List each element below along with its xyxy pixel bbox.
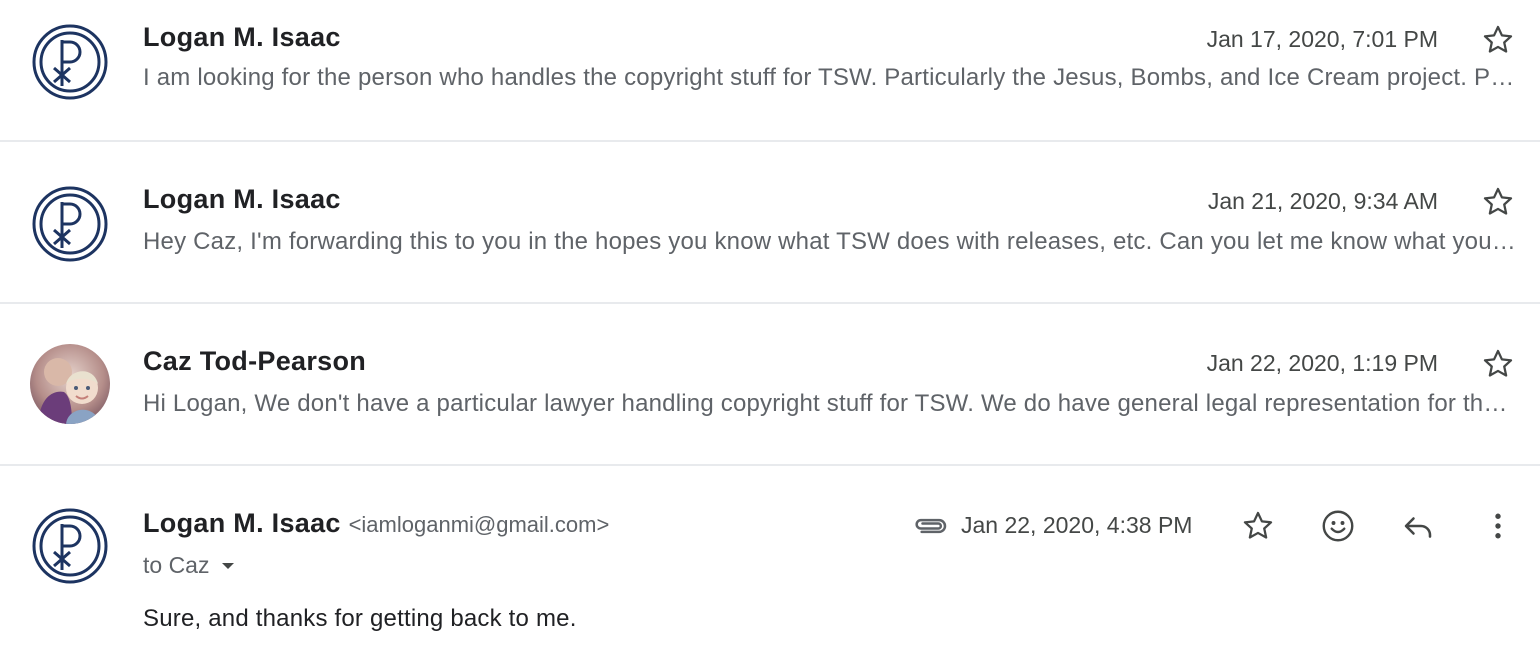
paperclip-icon [915, 518, 947, 534]
attachment-indicator [908, 506, 952, 546]
message-date: Jan 22, 2020, 4:38 PM [961, 512, 1193, 538]
sender-name: Logan M. Isaac [143, 22, 341, 52]
photo-two-children-icon [30, 344, 110, 424]
star-button[interactable] [1238, 506, 1278, 546]
star-button[interactable] [1478, 20, 1518, 60]
star-outline-icon [1243, 511, 1273, 539]
recipient-label: to Caz [143, 552, 210, 578]
star-button[interactable] [1478, 344, 1518, 384]
star-outline-icon [1483, 187, 1513, 215]
sender-avatar [30, 506, 110, 586]
star-outline-icon [1483, 349, 1513, 377]
message-date: Jan 22, 2020, 1:19 PM [1206, 350, 1438, 376]
sender-name: Logan M. Isaac [143, 508, 341, 538]
sender-avatar [30, 344, 110, 424]
email-thread: Logan M. Isaac Jan 17, 2020, 7:01 PM I a… [0, 0, 1540, 660]
collapsed-message-3[interactable]: Caz Tod-Pearson Jan 22, 2020, 1:19 PM Hi… [0, 304, 1540, 466]
sender-avatar [30, 184, 110, 264]
message-snippet: Hey Caz, I'm forwarding this to you in t… [143, 228, 1518, 255]
star-button[interactable] [1478, 182, 1518, 222]
chi-rho-logo-icon [32, 24, 108, 100]
collapsed-message-1[interactable]: Logan M. Isaac Jan 17, 2020, 7:01 PM I a… [0, 0, 1540, 142]
recipient-details-toggle[interactable]: to Caz [143, 552, 237, 579]
message-body: Sure, and thanks for getting back to me. [143, 605, 577, 632]
sender-name: Logan M. Isaac [143, 184, 341, 214]
caret-down-icon [222, 562, 235, 569]
sender-name: Caz Tod-Pearson [143, 346, 367, 376]
message-date: Jan 17, 2020, 7:01 PM [1206, 26, 1438, 52]
expanded-message: Logan M. Isaac <iamloganmi@gmail.com> Ja… [0, 466, 1540, 660]
message-date: Jan 21, 2020, 9:34 AM [1207, 188, 1438, 214]
star-outline-icon [1483, 25, 1513, 53]
reply-icon [1404, 517, 1432, 538]
chi-rho-logo-icon [32, 508, 108, 584]
message-snippet: I am looking for the person who handles … [143, 64, 1518, 91]
sender-email: <iamloganmi@gmail.com> [348, 512, 610, 537]
sender-header: Logan M. Isaac <iamloganmi@gmail.com> [143, 508, 609, 539]
reply-button[interactable] [1398, 506, 1438, 546]
more-options-button[interactable] [1478, 506, 1518, 546]
collapsed-message-2[interactable]: Logan M. Isaac Jan 21, 2020, 9:34 AM Hey… [0, 142, 1540, 304]
add-reaction-button[interactable] [1318, 506, 1358, 546]
sender-avatar [30, 22, 110, 102]
chi-rho-logo-icon [32, 186, 108, 262]
message-snippet: Hi Logan, We don't have a particular law… [143, 390, 1518, 417]
emoji-reaction-icon [1322, 510, 1354, 542]
more-vertical-icon [1495, 513, 1501, 539]
